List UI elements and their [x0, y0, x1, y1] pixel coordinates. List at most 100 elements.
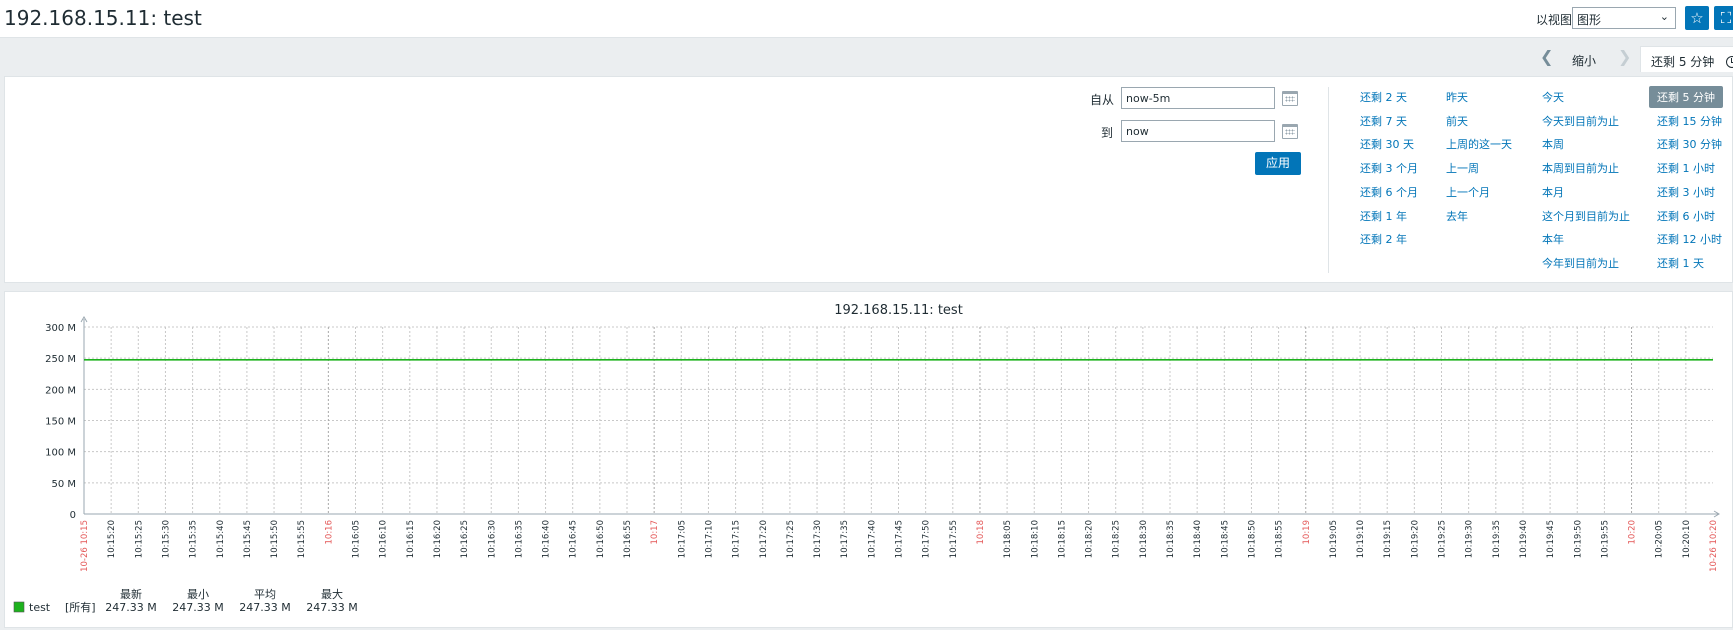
x-tick-label: 10:20	[1628, 520, 1638, 545]
quick-range-link[interactable]: 还剩 1 年	[1360, 208, 1407, 224]
chevron-right-icon[interactable]: ❯	[1618, 47, 1631, 66]
quick-range-link[interactable]: 还剩 7 天	[1360, 113, 1407, 129]
legend-value: 247.33 M	[172, 601, 223, 614]
x-tick-label: 10:16:20	[433, 520, 443, 558]
divider	[1328, 87, 1329, 273]
view-as-select[interactable]: 图形 ⌄	[1572, 7, 1676, 29]
view-as-label: 以视图	[1536, 13, 1573, 27]
quick-range-link[interactable]: 还剩 1 天	[1657, 255, 1704, 271]
quick-range-link[interactable]: 还剩 3 个月	[1360, 160, 1418, 176]
to-input[interactable]	[1121, 120, 1275, 142]
quick-range-link[interactable]: 本月	[1542, 184, 1564, 200]
x-tick-label: 10:19:25	[1438, 520, 1448, 558]
quick-range-link[interactable]: 今天	[1542, 89, 1564, 105]
quick-range-link[interactable]: 还剩 1 小时	[1657, 160, 1715, 176]
quick-range-link[interactable]: 还剩 12 小时	[1657, 231, 1722, 247]
calendar-icon[interactable]	[1282, 91, 1298, 106]
x-tick-label: 10:17:20	[759, 520, 769, 558]
y-tick-label: 50 M	[51, 479, 76, 490]
x-tick-label: 10:19:20	[1410, 520, 1420, 558]
quick-range-link[interactable]: 还剩 15 分钟	[1657, 113, 1722, 129]
x-tick-label: 10-26 10:15	[80, 520, 90, 572]
y-tick-label: 150 M	[45, 417, 76, 428]
x-tick-label: 10:19:45	[1546, 520, 1556, 558]
legend-header: 最小	[187, 588, 209, 601]
x-tick-label: 10:17:30	[813, 520, 823, 558]
x-tick-label: 10:20:10	[1682, 520, 1692, 558]
quick-range-link[interactable]: 今天到目前为止	[1542, 113, 1619, 129]
graph-panel: 192.168.15.11: test 0 50 M 100 M 150 M 200 M 2…	[4, 291, 1733, 628]
quick-range-link[interactable]: 上周的这一天	[1446, 136, 1512, 152]
x-tick-label: 10:19:05	[1329, 520, 1339, 558]
quick-range-link[interactable]: 本年	[1542, 231, 1564, 247]
quick-range-link[interactable]: 昨天	[1446, 89, 1468, 105]
apply-button[interactable]: 应用	[1255, 152, 1301, 175]
time-navigation: ❮ 缩小 ❯ 还剩 5 分钟	[0, 43, 1733, 73]
quick-range-link[interactable]: 今年到目前为止	[1542, 255, 1619, 271]
quick-range-link[interactable]: 上一周	[1446, 160, 1479, 176]
from-label: 自从	[1090, 93, 1115, 107]
x-tick-label: 10:17:55	[949, 520, 959, 558]
x-tick-label: 10:16:25	[460, 520, 470, 558]
quick-range-link[interactable]: 本周	[1542, 136, 1564, 152]
time-filter-panel: 自从 到 应用 还剩 2 天还剩 7 天还剩 30 天还剩 3 个月还剩 6 个…	[4, 76, 1733, 283]
legend-header: 最新	[120, 587, 142, 601]
x-tick-label: 10:18:15	[1057, 520, 1067, 558]
x-tick-label: 10:15:40	[216, 520, 226, 558]
legend-series-name: test	[29, 601, 51, 614]
x-tick-label: 10:16:30	[487, 520, 497, 558]
x-tick-label: 10:16:15	[406, 520, 416, 558]
quick-range-link[interactable]: 还剩 3 小时	[1657, 184, 1715, 200]
x-tick-label: 10:19	[1302, 520, 1312, 545]
quick-range-link[interactable]: 还剩 30 天	[1360, 136, 1414, 152]
x-tick-label: 10:16:35	[514, 520, 524, 558]
x-tick-label: 10:19:10	[1356, 520, 1366, 558]
y-tick-label: 100 M	[45, 448, 76, 459]
y-tick-label: 200 M	[45, 385, 76, 396]
x-tick-label: 10:20:05	[1655, 520, 1665, 558]
quick-range-link[interactable]: 本周到目前为止	[1542, 160, 1619, 176]
x-tick-label: 10:16:05	[352, 520, 362, 558]
quick-range-link[interactable]: 还剩 2 年	[1360, 231, 1407, 247]
legend-function: [所有]	[65, 600, 96, 614]
zoom-out-button[interactable]: 缩小	[1572, 52, 1596, 69]
quick-range-link[interactable]: 还剩 30 分钟	[1657, 136, 1722, 152]
time-range-label: 还剩 5 分钟	[1651, 55, 1715, 69]
x-tick-label: 10:16:55	[623, 520, 633, 558]
quick-range-link[interactable]: 这个月到目前为止	[1542, 208, 1630, 224]
x-tick-label: 10:17:40	[867, 520, 877, 558]
time-range-tab[interactable]: 还剩 5 分钟	[1640, 46, 1733, 72]
graph-chart: 192.168.15.11: test 0 50 M 100 M 150 M 200 M 2…	[13, 303, 1720, 614]
x-tick-label: 10:17:15	[732, 520, 742, 558]
clock-icon	[1726, 56, 1733, 68]
x-tick-label: 10:18:05	[1003, 520, 1013, 558]
quick-range-link[interactable]: 还剩 5 分钟	[1649, 86, 1723, 108]
chevron-left-icon[interactable]: ❮	[1540, 47, 1553, 66]
legend-value: 247.33 M	[239, 601, 290, 614]
star-icon[interactable]: ☆	[1685, 6, 1709, 30]
x-tick-label: 10:16	[324, 520, 334, 545]
x-tick-label: 10:18:20	[1085, 520, 1095, 558]
quick-range-link[interactable]: 上一个月	[1446, 184, 1490, 200]
quick-range-link[interactable]: 去年	[1446, 208, 1468, 224]
x-tick-label: 10:16:10	[379, 520, 389, 558]
from-input[interactable]	[1121, 87, 1275, 109]
quick-range-link[interactable]: 前天	[1446, 113, 1468, 129]
quick-range-link[interactable]: 还剩 6 个月	[1360, 184, 1418, 200]
x-tick-label: 10:19:50	[1573, 520, 1583, 558]
x-tick-label: 10:17:35	[840, 520, 850, 558]
x-tick-label: 10:15:30	[161, 520, 171, 558]
page-header: 192.168.15.11: test 以视图 图形 ⌄ ☆ ⛶	[0, 0, 1733, 38]
calendar-icon[interactable]	[1282, 124, 1298, 139]
y-tick-label: 300 M	[45, 323, 76, 334]
x-tick-label: 10:16:50	[596, 520, 606, 558]
x-tick-label: 10:18:35	[1166, 520, 1176, 558]
x-tick-label: 10:18	[976, 520, 986, 545]
quick-range-link[interactable]: 还剩 6 小时	[1657, 208, 1715, 224]
legend-value: 247.33 M	[105, 601, 156, 614]
fullscreen-icon[interactable]: ⛶	[1714, 6, 1733, 30]
x-tick-label: 10:15:45	[243, 520, 253, 558]
chevron-down-icon: ⌄	[1659, 10, 1669, 23]
x-tick-label: 10:17:45	[895, 520, 905, 558]
quick-range-link[interactable]: 还剩 2 天	[1360, 89, 1407, 105]
